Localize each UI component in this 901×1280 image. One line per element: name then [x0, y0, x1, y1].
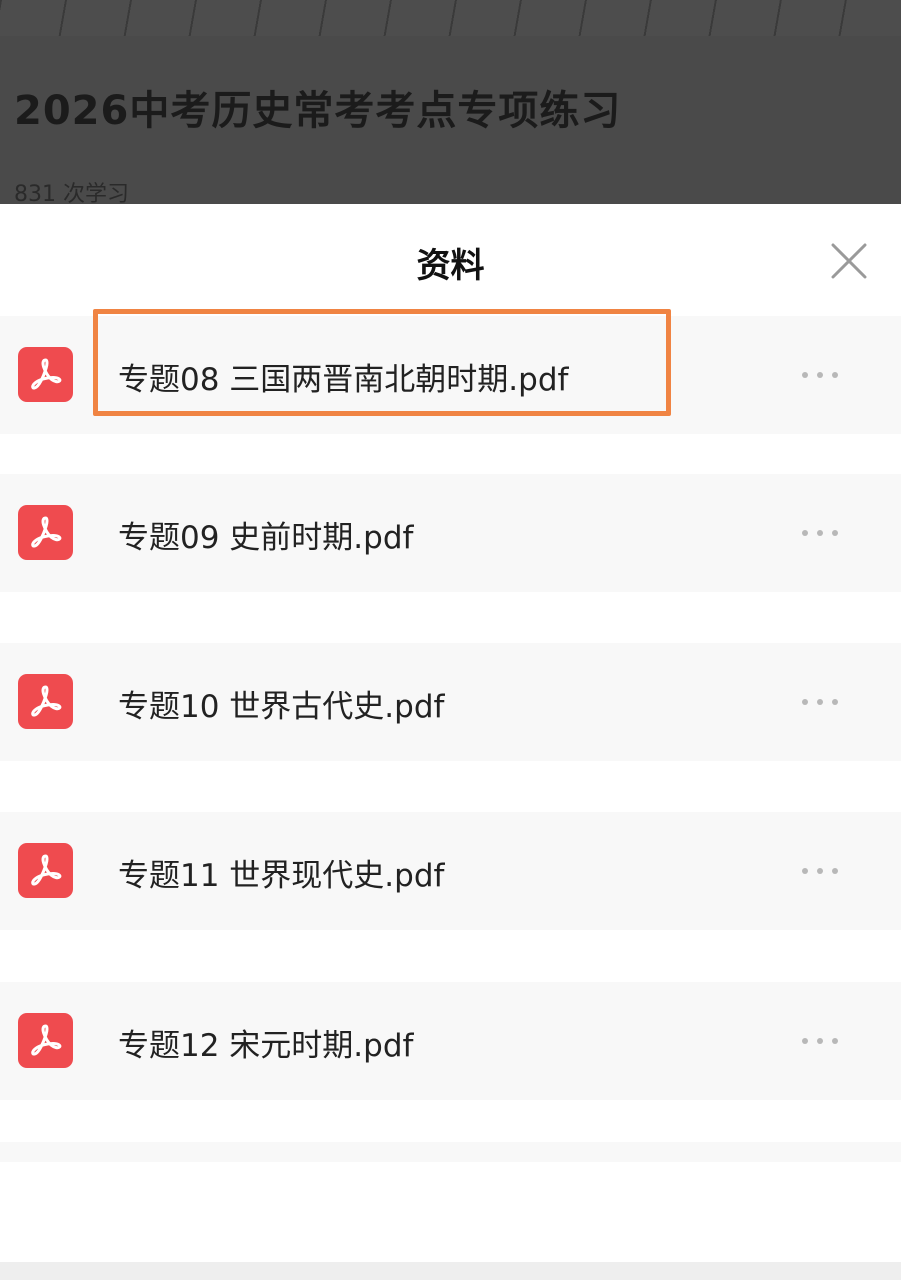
course-title: 2026中考历史常考考点专项练习	[14, 88, 622, 134]
more-dots-icon	[802, 868, 808, 874]
pdf-icon	[18, 347, 73, 402]
sheet-header: 资料	[0, 204, 901, 316]
file-row[interactable]: 专题10 世界古代史.pdf	[0, 643, 901, 761]
more-options-button[interactable]	[796, 683, 844, 719]
more-dots-icon	[832, 1038, 838, 1044]
more-dots-icon	[817, 1038, 823, 1044]
more-dots-icon	[802, 530, 808, 536]
more-dots-icon	[817, 699, 823, 705]
pdf-icon	[18, 843, 73, 898]
more-options-button[interactable]	[796, 852, 844, 888]
more-dots-icon	[817, 530, 823, 536]
list-item-partial	[0, 1142, 901, 1162]
file-row[interactable]: 专题09 史前时期.pdf	[0, 474, 901, 592]
pdf-icon	[18, 674, 73, 729]
more-dots-icon	[802, 372, 808, 378]
close-icon	[831, 243, 867, 279]
more-dots-icon	[802, 699, 808, 705]
more-dots-icon	[802, 1038, 808, 1044]
more-dots-icon	[832, 868, 838, 874]
more-dots-icon	[832, 372, 838, 378]
bottom-bar	[0, 1262, 901, 1280]
file-row[interactable]: 专题12 宋元时期.pdf	[0, 982, 901, 1100]
close-button[interactable]	[826, 238, 872, 284]
more-options-button[interactable]	[796, 1022, 844, 1058]
study-count: 831 次学习	[14, 182, 129, 204]
more-dots-icon	[832, 530, 838, 536]
more-dots-icon	[832, 699, 838, 705]
more-options-button[interactable]	[796, 356, 844, 392]
background-page: 2026中考历史常考考点专项练习 831 次学习	[0, 0, 901, 204]
file-row[interactable]: 专题11 世界现代史.pdf	[0, 812, 901, 930]
file-name: 专题09 史前时期.pdf	[118, 520, 414, 556]
file-name: 专题08 三国两晋南北朝时期.pdf	[118, 362, 569, 398]
file-row[interactable]: 专题08 三国两晋南北朝时期.pdf	[0, 316, 901, 434]
file-name: 专题11 世界现代史.pdf	[118, 858, 445, 894]
screen: 2026中考历史常考考点专项练习 831 次学习 资料 专题08 三国两晋南北朝…	[0, 0, 901, 1280]
pdf-icon	[18, 1013, 73, 1068]
more-dots-icon	[817, 868, 823, 874]
sheet-title: 资料	[416, 246, 485, 286]
file-name: 专题10 世界古代史.pdf	[118, 689, 445, 725]
file-name: 专题12 宋元时期.pdf	[118, 1028, 414, 1064]
background-banner-image	[0, 0, 901, 36]
more-options-button[interactable]	[796, 514, 844, 550]
pdf-icon	[18, 505, 73, 560]
more-dots-icon	[817, 372, 823, 378]
